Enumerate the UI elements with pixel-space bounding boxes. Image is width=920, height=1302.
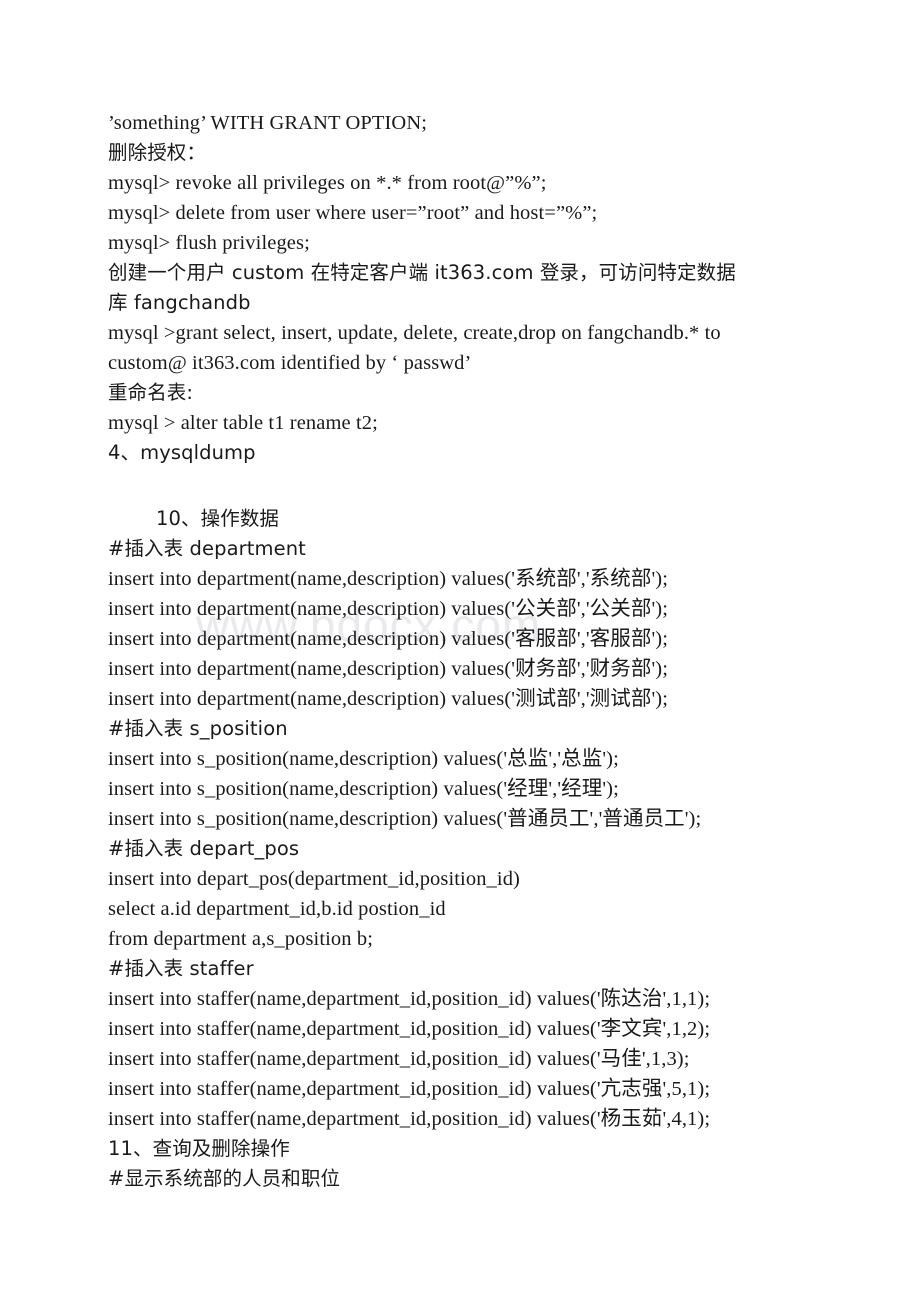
text-line: mysql >grant select, insert, update, del…	[108, 322, 721, 344]
text-line: custom@ it363.com identified by ‘ passwd…	[108, 352, 472, 374]
text-line: mysql> revoke all privileges on *.* from…	[108, 172, 547, 194]
text-line: insert into staffer(name,department_id,p…	[108, 1048, 690, 1070]
section-heading: 11、查询及删除操作	[108, 1137, 290, 1160]
comment-line: #插入表 department	[108, 537, 306, 560]
text-line: insert into department(name,description)…	[108, 628, 668, 650]
text-line: ’something’ WITH GRANT OPTION;	[108, 112, 428, 134]
text-line: mysql> flush privileges;	[108, 232, 310, 254]
text-line: 删除授权：	[108, 141, 207, 164]
text-line: from department a,s_position b;	[108, 928, 373, 950]
document-page: www.bdocx.com ’something’ WITH GRANT OPT…	[0, 0, 920, 1302]
comment-line: #显示系统部的人员和职位	[108, 1167, 341, 1190]
document-body: ’something’ WITH GRANT OPTION; 删除授权： mys…	[108, 108, 808, 1194]
text-line: insert into s_position(name,description)…	[108, 808, 702, 830]
text-line: select a.id department_id,b.id postion_i…	[108, 898, 446, 920]
text-line: 重命名表:	[108, 381, 194, 404]
text-line: insert into staffer(name,department_id,p…	[108, 1078, 711, 1100]
text-line: insert into department(name,description)…	[108, 688, 668, 710]
text-line: insert into staffer(name,department_id,p…	[108, 1018, 711, 1040]
text-line: insert into department(name,description)…	[108, 658, 668, 680]
text-line: insert into s_position(name,description)…	[108, 778, 619, 800]
text-line: insert into s_position(name,description)…	[108, 748, 619, 770]
text-line: insert into staffer(name,department_id,p…	[108, 988, 711, 1010]
text-line: mysql> delete from user where user=”root…	[108, 202, 598, 224]
text-line: 库 fangchandb	[108, 291, 251, 314]
text-line: insert into depart_pos(department_id,pos…	[108, 868, 520, 890]
comment-line: #插入表 staffer	[108, 957, 254, 980]
section-heading: 10、操作数据	[156, 507, 280, 530]
text-line: insert into department(name,description)…	[108, 568, 668, 590]
text-line: insert into department(name,description)…	[108, 598, 668, 620]
comment-line: #插入表 depart_pos	[108, 837, 300, 860]
text-line: 创建一个用户 custom 在特定客户端 it363.com 登录，可访问特定数…	[108, 261, 736, 284]
text-line: 4、mysqldump	[108, 441, 256, 464]
comment-line: #插入表 s_position	[108, 717, 288, 740]
text-line: mysql > alter table t1 rename t2;	[108, 412, 378, 434]
text-line: insert into staffer(name,department_id,p…	[108, 1108, 711, 1130]
